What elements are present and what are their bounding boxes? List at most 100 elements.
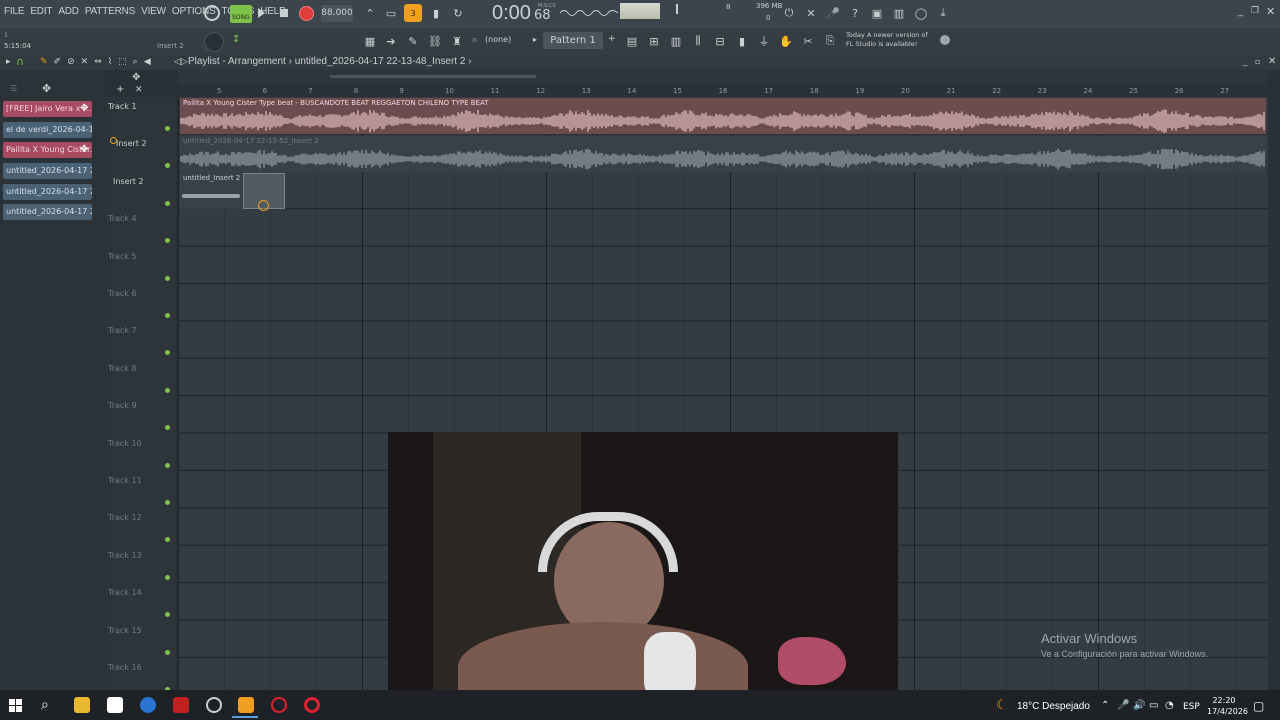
store-icon[interactable]	[107, 697, 123, 713]
track-name[interactable]: Track 7	[108, 326, 137, 335]
window-minimize-icon[interactable]: _	[1238, 6, 1243, 17]
track-mute-led[interactable]	[165, 275, 170, 281]
track-name[interactable]: Track 5	[108, 252, 137, 261]
track-mute-led[interactable]	[165, 200, 170, 206]
piano-roll-icon[interactable]: ▦	[362, 33, 378, 49]
blend-notes-icon[interactable]: ▮	[428, 5, 444, 21]
time-display[interactable]: 0:00	[492, 2, 531, 25]
add-track-icon[interactable]: +	[116, 84, 124, 95]
track-mute-led[interactable]	[165, 313, 170, 318]
start-icon[interactable]	[9, 699, 22, 712]
menu-file[interactable]: FILE	[4, 6, 25, 17]
playlist-restore-icon[interactable]: ▫	[1255, 57, 1260, 66]
pat-song-knob-icon[interactable]	[204, 5, 220, 21]
help-icon[interactable]: ?	[847, 5, 863, 21]
track-name[interactable]: Track 8	[108, 364, 137, 373]
select-tool-icon[interactable]: ⬚	[118, 57, 127, 67]
stop-icon[interactable]	[280, 9, 288, 17]
mute-tool-icon[interactable]: ✕	[81, 57, 89, 67]
zoom-tool-icon[interactable]: ⌕	[133, 57, 138, 67]
resize-icon[interactable]: ✥	[132, 72, 140, 83]
main-volume-knob[interactable]	[204, 32, 224, 52]
window-close-icon[interactable]: ✕	[1266, 5, 1275, 18]
audio-clip-1[interactable]: Pailita X Young Cister Type beat - BUSCA…	[180, 98, 1266, 134]
add-pattern-icon[interactable]: +	[608, 34, 616, 44]
power-icon[interactable]: ⏻	[781, 5, 797, 21]
touch-icon[interactable]: ✋	[778, 33, 794, 49]
menu-patterns[interactable]: PATTERNS	[85, 6, 135, 17]
menu-edit[interactable]: EDIT	[30, 6, 52, 17]
plugin-picker-icon[interactable]: ▮	[734, 33, 750, 49]
fl-studio-icon[interactable]	[238, 697, 254, 713]
track-name[interactable]: Track 14	[108, 588, 142, 597]
wait-input-icon[interactable]: ▭	[383, 5, 399, 21]
track-name[interactable]: Insert 2	[113, 177, 144, 186]
file-explorer-icon[interactable]	[74, 697, 90, 713]
weather-icon[interactable]: ☾	[996, 698, 1008, 713]
song-mode-toggle[interactable]: SONG	[230, 5, 252, 23]
track-mute-led[interactable]	[165, 126, 170, 131]
language-indicator[interactable]: ESP	[1183, 702, 1200, 712]
script-icon[interactable]: ✂	[800, 33, 816, 49]
plugin-icon[interactable]: ✕	[803, 5, 819, 21]
pattern-item-6[interactable]: untitled_2026-04-17 22-...	[3, 204, 92, 220]
network-icon[interactable]: ◔	[1165, 700, 1174, 711]
browser-icon[interactable]: ⊟	[712, 33, 728, 49]
save-icon[interactable]: ▣	[869, 5, 885, 21]
track-name[interactable]: Track 6	[108, 289, 137, 298]
paint-tool-icon[interactable]: ✐	[54, 57, 62, 67]
mixer-icon[interactable]: ▥	[891, 5, 907, 21]
window-restore-icon[interactable]: ❐	[1251, 6, 1259, 16]
clock[interactable]: 22:20 17/4/2026	[1207, 695, 1248, 717]
breadcrumb-file[interactable]: untitled_2026-04-17 22-13-48_Insert 2	[295, 56, 466, 67]
stamp-icon[interactable]: ♜	[449, 33, 465, 49]
track-mute-led[interactable]	[165, 387, 170, 393]
clipboard-icon[interactable]: ⎘	[822, 33, 838, 49]
delete-tool-icon[interactable]: ⊘	[67, 57, 75, 67]
plug-icon[interactable]: ⏚	[756, 33, 772, 49]
news-toggle-icon[interactable]	[940, 35, 950, 45]
download-icon[interactable]: ⤓	[935, 5, 951, 21]
chat-icon[interactable]: ◯	[913, 5, 929, 21]
audio-clip-3[interactable]: untitled_Insert 2	[180, 173, 244, 209]
pattern-move-icon[interactable]: ✥	[80, 103, 88, 114]
track-name[interactable]: Track 12	[108, 513, 142, 522]
loop-record-icon[interactable]: ↻	[450, 5, 466, 21]
opera-gx-icon[interactable]	[271, 697, 287, 713]
pattern-item-3[interactable]: Pailita X Young Cister...	[3, 142, 92, 158]
pattern-selector[interactable]: Pattern 1	[543, 32, 603, 49]
news-panel[interactable]: Today A newer version of FL Studio is av…	[846, 31, 928, 49]
track-mute-led[interactable]	[165, 500, 170, 505]
breadcrumb-playlist[interactable]: Playlist - Arrangement	[188, 56, 286, 67]
track-mute-led[interactable]	[165, 462, 170, 468]
pattern-prev-icon[interactable]: ▸	[533, 35, 537, 44]
notifications-icon[interactable]: ▢	[1253, 699, 1264, 713]
record-arm-icon[interactable]	[110, 137, 117, 144]
collapse-icon[interactable]: ✕	[135, 85, 143, 95]
arrow-right-icon[interactable]: ➔	[383, 33, 399, 49]
snap-selector[interactable]: (none)	[485, 35, 511, 44]
track-name[interactable]: Insert 2	[116, 139, 147, 148]
volume-icon[interactable]: 🔊	[1133, 700, 1145, 711]
display-icon[interactable]: ▭	[1149, 700, 1158, 711]
menu-view[interactable]: VIEW	[141, 6, 166, 17]
pencil-icon[interactable]: ✎	[405, 33, 421, 49]
record-button[interactable]	[299, 6, 314, 21]
audio-clip-2[interactable]: untitled_2026-04-17 22-13-52_Insert 2	[180, 136, 1266, 172]
tray-chevron-icon[interactable]: ⌃	[1101, 700, 1109, 711]
opera-icon[interactable]	[304, 697, 320, 713]
track-name[interactable]: Track 15	[108, 626, 142, 635]
microphone-icon[interactable]: 🎤	[825, 5, 841, 21]
slip-tool-icon[interactable]: ⇔	[94, 57, 102, 67]
playlist-icon[interactable]: ▤	[624, 33, 640, 49]
track-name[interactable]: Track 16	[108, 663, 142, 672]
tempo-display[interactable]: 88.000	[321, 5, 353, 22]
draw-tool-icon[interactable]: ✎	[40, 57, 48, 67]
search-icon[interactable]: ⌕	[41, 697, 49, 713]
pattern-item-2[interactable]: el de verdi_2026-04-13...	[3, 122, 92, 138]
track-name[interactable]: Track 4	[108, 214, 137, 223]
track-name[interactable]: Track 13	[108, 551, 142, 560]
weather-label[interactable]: 18°C Despejado	[1017, 701, 1090, 712]
pattern-item-1[interactable]: [FREE] Jairo Vera x P...	[3, 101, 92, 117]
playback-tool-icon[interactable]: ◀	[144, 57, 151, 67]
